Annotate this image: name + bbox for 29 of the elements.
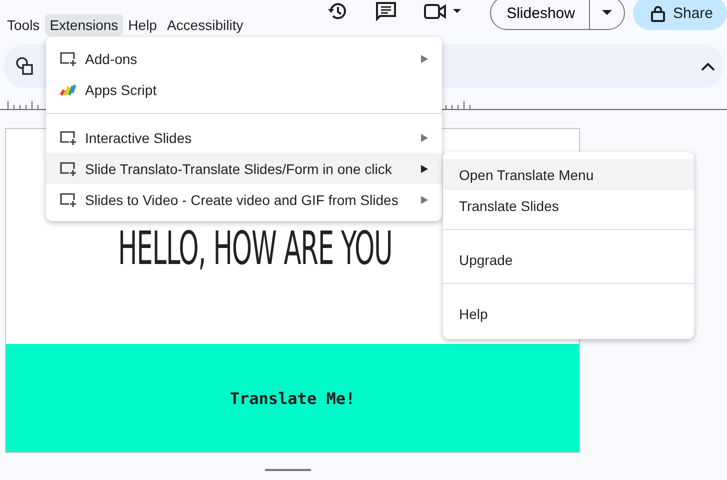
- history-icon[interactable]: [326, 0, 349, 22]
- menu-item[interactable]: Open Translate Menu: [443, 159, 694, 190]
- comment-icon[interactable]: [374, 0, 397, 22]
- menu-item[interactable]: Help: [123, 14, 162, 36]
- slide-title: HELLO, HOW ARE YOU: [118, 221, 392, 275]
- add-on-icon: [60, 192, 76, 208]
- shapes-icon[interactable]: [16, 57, 34, 75]
- menu-item[interactable]: Slides to Video - Create video and GIF from Slides: [46, 184, 442, 215]
- script-icon: [60, 82, 76, 98]
- menu-item[interactable]: Tools: [2, 14, 45, 36]
- menu-item[interactable]: Extensions: [44, 14, 124, 36]
- share-label: Share: [672, 4, 713, 22]
- share-button[interactable]: Share: [632, 0, 727, 30]
- collapse-icon[interactable]: [701, 62, 715, 70]
- menu-item[interactable]: Accessibility: [162, 14, 248, 36]
- add-on-icon: [60, 50, 76, 66]
- menu-item[interactable]: Translate Slides: [443, 190, 694, 221]
- lock-icon: [650, 4, 665, 22]
- menu-item[interactable]: Apps Script: [46, 74, 442, 105]
- menu-item[interactable]: Add-ons: [46, 43, 442, 74]
- add-on-icon: [60, 130, 76, 146]
- banner-text: Translate Me!: [230, 388, 356, 408]
- add-on-icon: [60, 160, 76, 176]
- resize-handle[interactable]: [265, 469, 311, 471]
- menu-item[interactable]: Interactive Slides: [46, 122, 442, 153]
- caret-icon: [602, 10, 612, 16]
- menu-item[interactable]: Upgrade: [443, 244, 694, 275]
- menu-item[interactable]: Slide Translato-Translate Slides/Form in one click: [46, 153, 442, 184]
- menu-item[interactable]: Help: [443, 298, 694, 329]
